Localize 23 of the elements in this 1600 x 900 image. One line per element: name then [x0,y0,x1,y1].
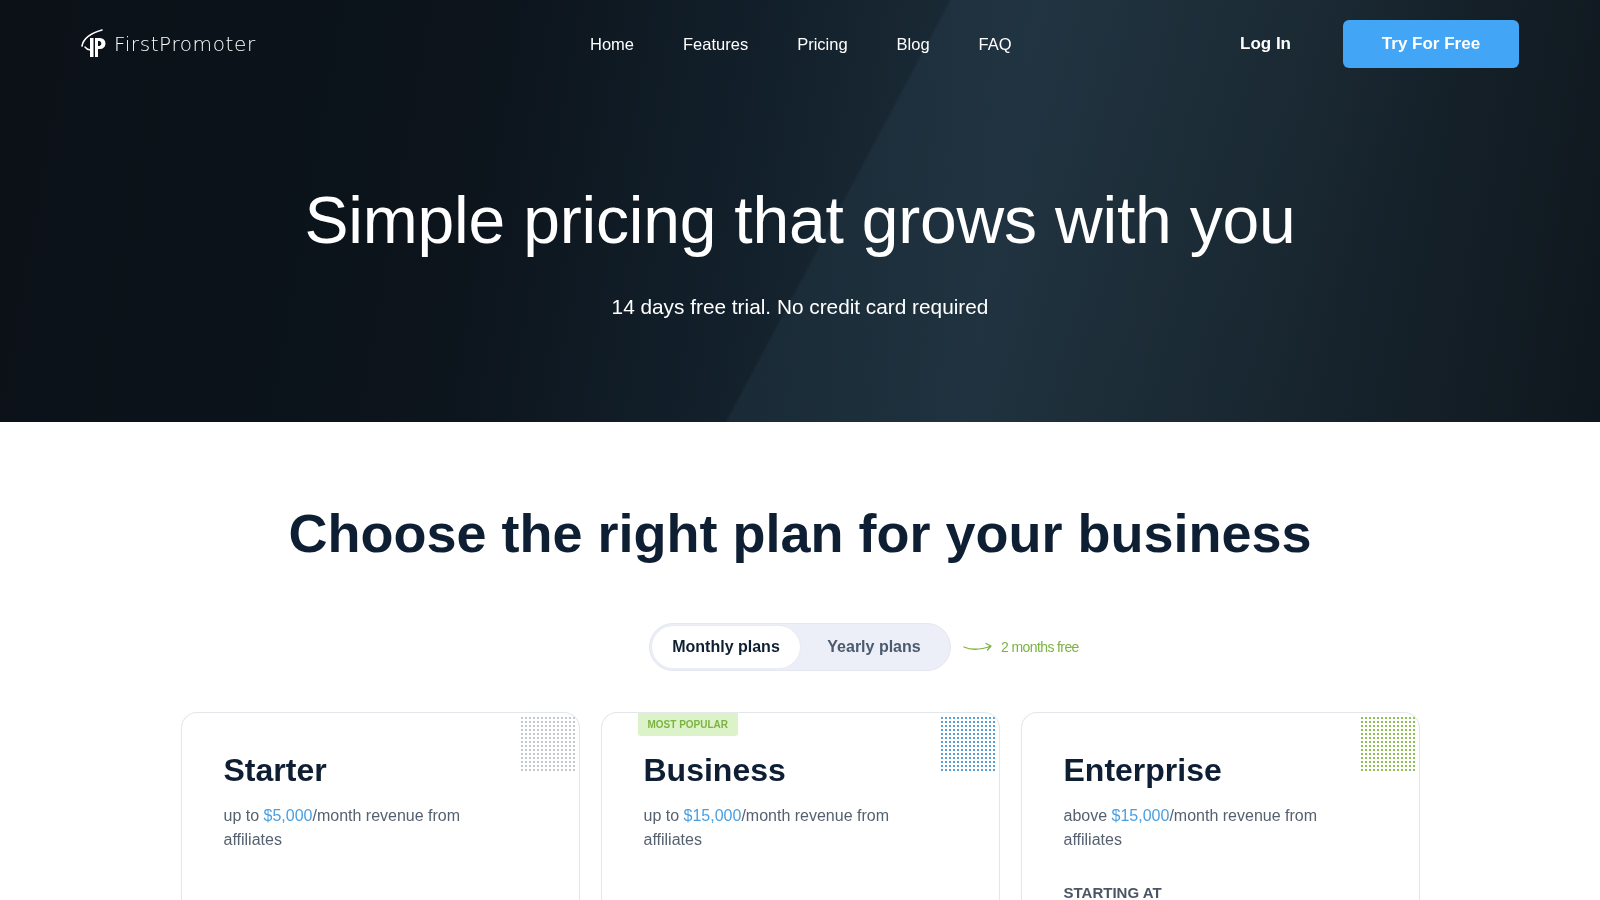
discount-note: 2 months free [1001,639,1079,655]
plan-description: above $15,000/month revenue from affiliates [1063,806,1318,850]
nav-link[interactable]: Home [590,34,634,54]
logo-wordmark[interactable]: FirstPromoter [114,32,256,56]
nav-link[interactable]: Pricing [797,34,848,54]
section-heading: Choose the right plan for your business [288,502,1312,565]
nav-link[interactable]: Features [683,34,749,54]
plan-name: Enterprise [1063,751,1222,790]
plan-description: up to $5,000/month revenue from affiliates [223,806,462,850]
curved-arrow-icon [963,641,993,653]
popular-badge: MOST POPULAR [637,713,739,736]
plan-description: up to $15,000/month revenue from affiliates [643,806,890,850]
login-link[interactable]: Log In [1240,34,1291,54]
plan-name: Starter [223,751,327,790]
nav-link[interactable]: Blog [896,34,930,54]
nav-link[interactable]: FAQ [978,34,1012,54]
billing-option[interactable]: Yearly plans [800,626,948,668]
hero-title: Simple pricing that grows with you [304,183,1296,257]
logo-icon[interactable] [80,29,108,59]
plan-name: Business [643,751,786,790]
price-label: STARTING AT [1063,885,1162,900]
billing-option[interactable]: Monthly plans [652,626,800,668]
hero-subtitle: 14 days free trial. No credit card required [611,294,989,320]
